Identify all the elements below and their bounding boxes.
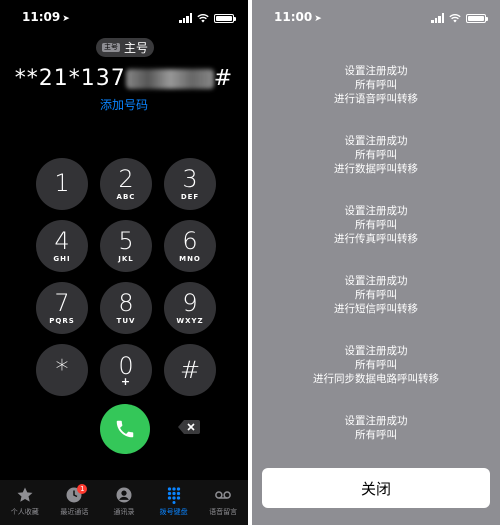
key-1[interactable]: 1 <box>36 158 88 210</box>
delete-backspace-icon[interactable] <box>178 420 200 434</box>
line-label: 主号 <box>123 41 148 55</box>
tab-favorites[interactable]: 个人收藏 <box>1 480 49 525</box>
key-7[interactable]: 7 PQRS <box>36 282 88 334</box>
key-2[interactable]: 2 ABC <box>100 158 152 210</box>
tab-bar: 个人收藏 1 最近通话 通讯录 拨号键盘 语音留言 <box>0 480 248 525</box>
signal-icon <box>431 13 444 23</box>
location-arrow-icon: ➤ <box>62 14 70 24</box>
missed-calls-badge: 1 <box>77 484 88 494</box>
tab-keypad[interactable]: 拨号键盘 <box>150 480 198 525</box>
signal-icon <box>179 13 192 23</box>
voicemail-icon <box>215 491 232 499</box>
key-9[interactable]: 9 WXYZ <box>164 282 216 334</box>
key-0[interactable]: 0 + <box>100 344 152 396</box>
battery-icon <box>466 13 488 23</box>
line-selector[interactable]: 主号 主号 <box>96 38 154 57</box>
message-block: 设置注册成功 所有呼叫 进行数据呼叫转移 <box>334 135 418 175</box>
key-star[interactable]: * <box>36 344 88 396</box>
tab-contacts[interactable]: 通讯录 <box>100 480 148 525</box>
line-badge: 主号 <box>101 43 120 52</box>
key-6[interactable]: 6 MNO <box>164 220 216 272</box>
result-screen: 11:00 ➤ 设置注册成功 所有呼叫 进行语音呼叫转移 设置注册成功 所有呼叫 进行数据… <box>252 0 500 525</box>
key-5[interactable]: 5 JKL <box>100 220 152 272</box>
message-block: 设置注册成功 所有呼叫 进行语音呼叫转移 <box>334 65 418 105</box>
message-block: 设置注册成功 所有呼叫 进行传真呼叫转移 <box>334 205 418 245</box>
close-button[interactable]: 关闭 <box>262 468 490 508</box>
message-block: 设置注册成功 所有呼叫 进行同步数据电路呼叫转移 <box>313 345 439 385</box>
person-icon <box>116 487 132 503</box>
wifi-icon <box>449 13 461 23</box>
key-8[interactable]: 8 TUV <box>100 282 152 334</box>
status-time: 11:00 ➤ <box>274 10 322 24</box>
redacted-digits <box>125 69 214 89</box>
wifi-icon <box>197 13 209 23</box>
key-4[interactable]: 4 GHI <box>36 220 88 272</box>
call-button[interactable] <box>100 404 150 454</box>
tab-recents[interactable]: 1 最近通话 <box>50 480 98 525</box>
keypad-icon <box>167 487 180 504</box>
status-bar: 11:00 ➤ <box>252 6 500 26</box>
key-3[interactable]: 3 DEF <box>164 158 216 210</box>
battery-icon <box>214 13 236 23</box>
dialer-screen: 11:09 ➤ 主号 主号 **21*137 # 添加号码 1 2 ABC 3 DEF … <box>0 0 248 525</box>
tab-voicemail[interactable]: 语音留言 <box>199 480 247 525</box>
key-hash[interactable]: # <box>164 344 216 396</box>
message-block: 设置注册成功 所有呼叫 进行短信呼叫转移 <box>334 275 418 315</box>
message-list: 设置注册成功 所有呼叫 进行语音呼叫转移 设置注册成功 所有呼叫 进行数据呼叫转移 设置… <box>252 64 500 484</box>
status-time: 11:09 ➤ <box>22 10 70 24</box>
phone-icon <box>116 420 134 438</box>
location-arrow-icon: ➤ <box>314 14 322 24</box>
add-number-link[interactable]: 添加号码 <box>0 96 248 113</box>
dialed-number: **21*137 # <box>14 66 234 91</box>
star-icon <box>17 487 33 502</box>
status-bar: 11:09 ➤ <box>0 6 248 26</box>
